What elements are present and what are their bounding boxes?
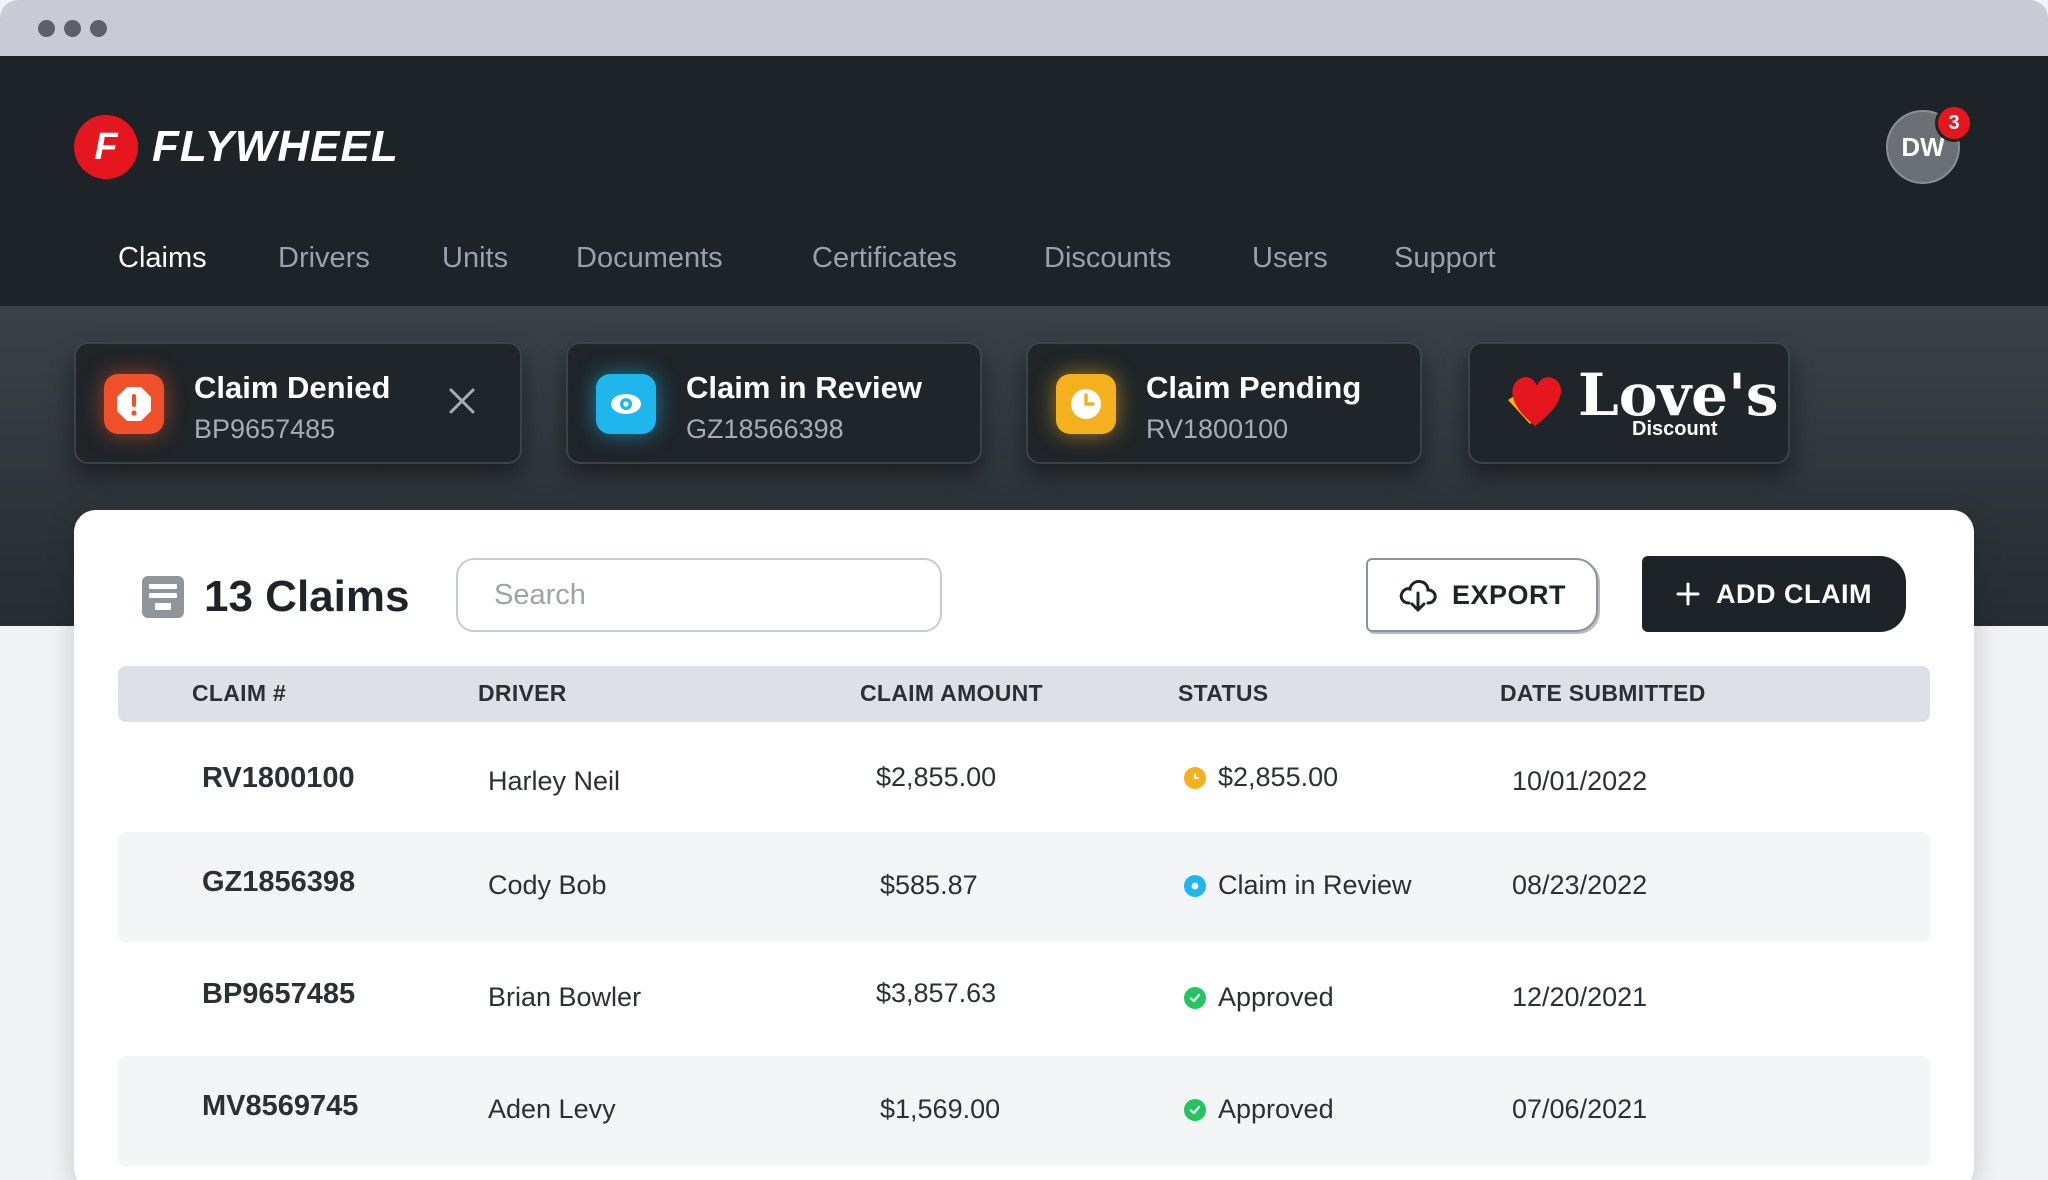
clock-icon xyxy=(1056,374,1116,434)
card-title: Claim Pending xyxy=(1146,370,1362,405)
date-submitted: 10/01/2022 xyxy=(1512,766,1648,796)
card-claim-id: BP9657485 xyxy=(194,414,336,444)
alert-card-pending[interactable]: Claim Pending RV1800100 xyxy=(1026,342,1422,464)
nav-discounts[interactable]: Discounts xyxy=(1044,242,1171,275)
add-claim-button[interactable]: ADD CLAIM xyxy=(1642,556,1906,632)
driver-name: Cody Bob xyxy=(488,870,607,900)
claim-status: $2,855.00 xyxy=(1184,762,1338,793)
search-input[interactable] xyxy=(456,558,942,632)
export-label: EXPORT xyxy=(1451,579,1567,610)
status-label: Approved xyxy=(1218,982,1334,1012)
export-button[interactable]: EXPORT xyxy=(1366,558,1598,632)
table-row[interactable]: RV1800100 Harley Neil $2,855.00 $2,855.0… xyxy=(118,728,1930,838)
card-title: Claim Denied xyxy=(194,370,391,405)
page-title: 13 Claims xyxy=(204,572,410,621)
eye-icon xyxy=(596,374,656,434)
claim-status: Claim in Review xyxy=(1184,870,1412,901)
claims-panel: 13 Claims EXPORT ADD CLAIM CLAIM # DRIVE… xyxy=(74,510,1974,1180)
nav-certificates[interactable]: Certificates xyxy=(812,242,957,275)
clock-status-icon xyxy=(1184,766,1206,789)
table-row[interactable]: BP9657485 Brian Bowler $3,857.63 Approve… xyxy=(118,944,1930,1054)
claim-status: Approved xyxy=(1184,982,1334,1013)
date-submitted: 07/06/2021 xyxy=(1512,1094,1648,1124)
driver-name: Brian Bowler xyxy=(488,982,642,1012)
table-row[interactable]: MV8569745 Aden Levy $1,569.00 Approved 0… xyxy=(118,1056,1930,1166)
browser-chrome xyxy=(0,0,2048,56)
window-dot-icon xyxy=(90,20,107,37)
eye-status-icon xyxy=(1184,874,1206,897)
main-nav: Claims Drivers Units Documents Certifica… xyxy=(0,236,2048,286)
card-claim-id: GZ18566398 xyxy=(686,414,844,444)
date-submitted: 08/23/2022 xyxy=(1512,870,1648,900)
add-claim-label: ADD CLAIM xyxy=(1716,578,1872,609)
flywheel-logo-icon: F xyxy=(74,115,138,179)
status-label: Approved xyxy=(1218,1094,1334,1124)
window-dot-icon xyxy=(38,20,55,37)
nav-units[interactable]: Units xyxy=(442,242,508,275)
app-logo[interactable]: F FLYWHEEL xyxy=(74,114,399,180)
window-dot-icon xyxy=(64,20,81,37)
column-header-claim[interactable]: CLAIM # xyxy=(192,680,286,707)
column-header-driver[interactable]: DRIVER xyxy=(478,680,567,707)
nav-users[interactable]: Users xyxy=(1252,242,1328,275)
nav-claims[interactable]: Claims xyxy=(118,242,207,275)
close-icon[interactable] xyxy=(444,384,480,420)
claim-id[interactable]: MV8569745 xyxy=(202,1090,358,1123)
check-circle-icon xyxy=(1184,986,1206,1009)
nav-support[interactable]: Support xyxy=(1394,242,1496,275)
claim-status: Approved xyxy=(1184,1094,1334,1125)
status-label: $2,855.00 xyxy=(1218,762,1339,792)
alert-card-denied[interactable]: Claim Denied BP9657485 xyxy=(74,342,522,464)
card-title: Claim in Review xyxy=(686,370,923,405)
alert-octagon-icon xyxy=(104,374,164,434)
claim-id[interactable]: BP9657485 xyxy=(202,978,355,1011)
heart-logo-icon xyxy=(1500,366,1570,436)
cloud-download-icon xyxy=(1399,579,1437,612)
claim-amount: $1,569.00 xyxy=(880,1094,1001,1124)
nav-drivers[interactable]: Drivers xyxy=(278,242,370,275)
driver-name: Harley Neil xyxy=(488,766,621,796)
status-label: Claim in Review xyxy=(1218,870,1412,900)
date-submitted: 12/20/2021 xyxy=(1512,982,1648,1012)
column-header-status[interactable]: STATUS xyxy=(1178,680,1268,707)
promo-label: Discount xyxy=(1632,418,1718,440)
alert-card-review[interactable]: Claim in Review GZ18566398 xyxy=(566,342,982,464)
check-circle-icon xyxy=(1184,1098,1206,1121)
claim-id[interactable]: RV1800100 xyxy=(202,762,355,795)
promo-card-loves[interactable]: Love's Discount xyxy=(1468,342,1790,464)
card-claim-id: RV1800100 xyxy=(1146,414,1289,444)
plus-icon xyxy=(1676,582,1700,606)
notification-badge: 3 xyxy=(1935,104,1973,142)
table-header: CLAIM # DRIVER CLAIM AMOUNT STATUS DATE … xyxy=(118,666,1930,722)
claim-amount: $585.87 xyxy=(880,870,978,900)
driver-name: Aden Levy xyxy=(488,1094,616,1124)
app-name: FLYWHEEL xyxy=(152,122,399,171)
document-list-icon xyxy=(140,574,186,620)
claim-id[interactable]: GZ1856398 xyxy=(202,866,355,899)
nav-documents[interactable]: Documents xyxy=(576,242,723,275)
claim-amount: $2,855.00 xyxy=(876,762,997,792)
column-header-date[interactable]: DATE SUBMITTED xyxy=(1500,680,1706,707)
column-header-amount[interactable]: CLAIM AMOUNT xyxy=(860,680,1043,707)
claim-amount: $3,857.63 xyxy=(876,978,997,1008)
table-row[interactable]: GZ1856398 Cody Bob $585.87 Claim in Revi… xyxy=(118,832,1930,942)
